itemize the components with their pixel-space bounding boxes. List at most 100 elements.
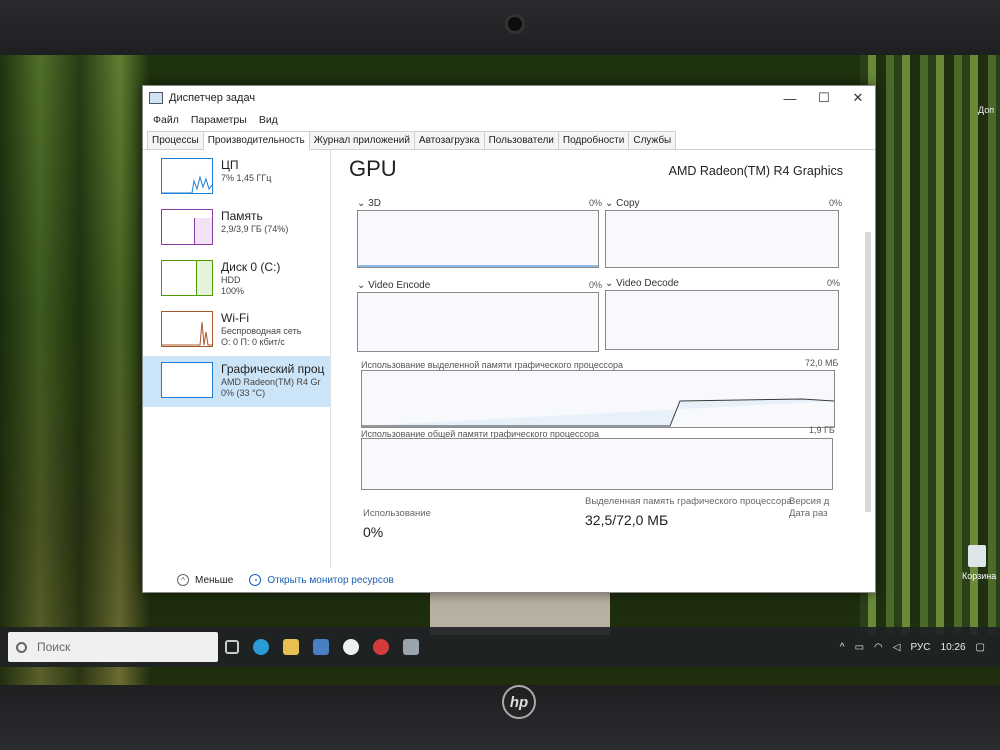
tab-users[interactable]: Пользователи [483,131,559,149]
store-icon[interactable] [313,639,329,655]
tab-bar: Процессы Производительность Журнал прило… [143,130,875,150]
scroll-thumb[interactable] [865,232,871,512]
graph-3d-pct: 0% [589,198,603,208]
webcam [505,14,525,34]
sidebar-item-wifi[interactable]: Wi-Fi Беспроводная сеть О: 0 П: 0 кбит/с [143,305,330,356]
gpu-sidebar-usage: 0% (33 °C) [221,388,266,398]
recycle-bin-label: Корзина [962,571,997,581]
cpu-info: 7% 1,45 ГГц [221,173,272,183]
system-tray: ^ ▭ ◠ ◁ РУС 10:26 ▢ [835,642,1000,653]
clock[interactable]: 10:26 [941,642,966,653]
tab-startup[interactable]: Автозагрузка [413,131,485,149]
shared-memory-max: 1,9 ГБ [809,425,835,435]
task-manager-window[interactable]: Диспетчер задач — ☐ ✕ Файл Параметры Вид… [142,85,876,593]
memory-title: Память [221,209,263,223]
gpu-sidebar-adapter: AMD Radeon(TM) R4 Gr [221,377,321,387]
tab-processes[interactable]: Процессы [147,131,204,149]
dedicated-memory-max: 72,0 МБ [805,358,839,368]
graph-decode-label[interactable]: ⌄ Video Decode [605,278,679,289]
sidebar-item-gpu[interactable]: Графический проц AMD Radeon(TM) R4 Gr 0%… [143,356,330,407]
graph-3d [357,210,599,268]
disk-type: HDD [221,275,241,285]
menu-bar: Файл Параметры Вид [143,110,875,130]
laptop-bezel-top [0,0,1000,60]
gpu-adapter-name: AMD Radeon(TM) R4 Graphics [668,164,843,178]
tab-details[interactable]: Подробности [557,131,630,149]
driver-version-label: Версия д [789,496,830,507]
task-manager-icon [149,92,163,104]
dedicated-mem-value: 32,5/72,0 МБ [585,512,669,528]
wifi-icon[interactable]: ◠ [874,642,883,653]
usage-value: 0% [363,524,384,540]
memory-mini-graph [161,209,213,245]
graph-video-encode [357,292,599,352]
wifi-type: Беспроводная сеть [221,326,302,336]
task-view-icon[interactable] [225,640,239,654]
scrollbar[interactable] [863,220,873,538]
taskbar-search[interactable]: Поиск [8,632,218,662]
cpu-mini-graph [161,158,213,194]
task-manager-taskbar-icon[interactable] [403,639,419,655]
tab-services[interactable]: Службы [628,131,677,149]
yandex-icon[interactable] [343,639,359,655]
edge-icon[interactable] [253,639,269,655]
battery-icon[interactable]: ▭ [855,642,864,653]
sidebar-item-disk[interactable]: Диск 0 (C:) HDD 100% [143,254,330,305]
graph-encode-pct: 0% [589,280,603,290]
notifications-icon[interactable]: ▢ [976,642,985,653]
wifi-throughput: О: 0 П: 0 кбит/с [221,337,285,347]
cpu-title: ЦП [221,158,239,172]
graph-copy [605,210,839,268]
resource-monitor-link[interactable]: ◔ Открыть монитор ресурсов [249,574,394,586]
resource-monitor-icon: ◔ [249,574,262,586]
gpu-detail-panel: GPU AMD Radeon(TM) R4 Graphics ⌄ 3D 0% ⌄… [339,150,861,568]
search-placeholder: Поиск [37,640,71,654]
menu-view[interactable]: Вид [253,114,284,126]
graph-video-decode [605,290,839,350]
chevron-up-icon: ^ [177,574,189,586]
maximize-button[interactable]: ☐ [807,86,841,110]
performance-content: ЦП 7% 1,45 ГГц Память 2,9/3,9 ГБ (74%) Д… [143,150,875,568]
gpu-sidebar-title: Графический проц [221,362,325,376]
title-bar[interactable]: Диспетчер задач — ☐ ✕ [143,86,875,110]
usage-label: Использование [363,508,431,519]
minimize-button[interactable]: — [773,86,807,110]
menu-file[interactable]: Файл [147,114,185,126]
memory-info: 2,9/3,9 ГБ (74%) [221,224,289,234]
disk-title: Диск 0 (C:) [221,260,281,274]
graph-3d-label[interactable]: ⌄ 3D [357,198,381,209]
shared-memory-graph [361,438,833,490]
volume-icon[interactable]: ◁ [893,642,901,653]
graph-decode-pct: 0% [827,278,841,288]
language-indicator[interactable]: РУС [910,642,930,653]
sidebar-item-memory[interactable]: Память 2,9/3,9 ГБ (74%) [143,203,330,254]
recycle-bin-icon[interactable]: Корзина [962,545,996,581]
graph-copy-label[interactable]: ⌄ Copy [605,198,640,209]
taskbar: Поиск ^ ▭ ◠ ◁ РУС 10:26 ▢ [0,627,1000,667]
trash-icon [968,545,986,567]
resource-sidebar: ЦП 7% 1,45 ГГц Память 2,9/3,9 ГБ (74%) Д… [143,150,331,568]
tab-performance[interactable]: Производительность [202,131,310,150]
graph-copy-pct: 0% [829,198,843,208]
dedicated-memory-graph-label: Использование выделенной памяти графичес… [361,360,623,370]
hp-logo: hp [502,685,536,719]
chevron-up-tray-icon[interactable]: ^ [840,642,845,653]
graph-encode-label[interactable]: ⌄ Video Encode [357,280,430,291]
close-button[interactable]: ✕ [841,86,875,110]
fewer-details-button[interactable]: ^ Меньше [177,574,233,586]
disk-mini-graph [161,260,213,296]
dedicated-memory-graph [361,370,835,428]
tab-app-history[interactable]: Журнал приложений [308,131,415,149]
gpu-title: GPU [349,156,397,181]
laptop-bezel-bottom [0,685,1000,750]
opera-icon[interactable] [373,639,389,655]
fewer-details-label: Меньше [195,574,234,586]
disk-usage: 100% [221,286,245,296]
file-explorer-icon[interactable] [283,639,299,655]
wifi-title: Wi-Fi [221,311,249,325]
menu-options[interactable]: Параметры [185,114,253,126]
wifi-mini-graph [161,311,213,347]
resource-monitor-label: Открыть монитор ресурсов [267,574,394,586]
sidebar-item-cpu[interactable]: ЦП 7% 1,45 ГГц [143,152,330,203]
footer-bar: ^ Меньше ◔ Открыть монитор ресурсов [143,568,875,592]
